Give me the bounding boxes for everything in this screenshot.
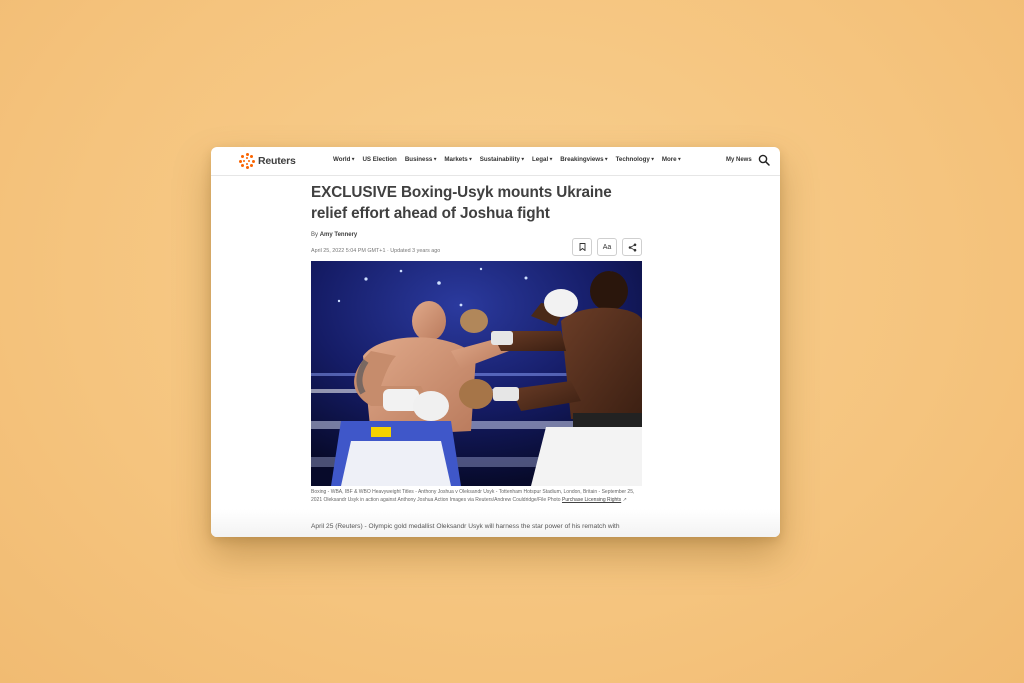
article-photo[interactable] bbox=[311, 261, 642, 486]
nav-item-world[interactable]: World ▾ bbox=[333, 156, 354, 163]
reuters-logo[interactable]: Reuters bbox=[239, 153, 296, 169]
nav-item-business[interactable]: Business ▾ bbox=[405, 156, 437, 163]
dateline: April 25, 2022 5:04 PM GMT+1 · Updated 3… bbox=[311, 248, 441, 254]
purchase-licensing-link[interactable]: Purchase Licensing Rights bbox=[562, 497, 621, 503]
article-headline: EXCLUSIVE Boxing-Usyk mounts Ukraine rel… bbox=[311, 184, 612, 222]
chevron-down-icon: ▾ bbox=[678, 156, 681, 162]
text-size-button[interactable]: Aa bbox=[597, 238, 617, 256]
chevron-down-icon: ▾ bbox=[469, 156, 472, 162]
bookmark-button[interactable] bbox=[572, 238, 592, 256]
chevron-down-icon: ▾ bbox=[351, 156, 355, 162]
chevron-down-icon: ▾ bbox=[549, 156, 553, 162]
nav-label: Legal bbox=[532, 156, 549, 163]
bookmark-icon bbox=[579, 243, 585, 251]
meta-row: April 25, 2022 5:04 PM GMT+1 · Updated 3… bbox=[311, 238, 642, 260]
nav-item-legal[interactable]: Legal ▾ bbox=[532, 156, 552, 163]
boxing-photo-illustration bbox=[311, 261, 642, 486]
nav-label: More bbox=[661, 156, 677, 163]
my-news-link[interactable]: My News bbox=[726, 157, 752, 163]
chevron-down-icon: ▾ bbox=[521, 156, 525, 162]
nav-item-more[interactable]: More ▾ bbox=[662, 156, 681, 163]
nav-label: World bbox=[333, 156, 351, 163]
search-icon[interactable] bbox=[758, 154, 770, 166]
nav-label: US Election bbox=[362, 156, 397, 163]
nav-item-breakingviews[interactable]: Breakingviews ▾ bbox=[560, 156, 607, 163]
chevron-down-icon: ▾ bbox=[433, 156, 437, 162]
article: EXCLUSIVE Boxing-Usyk mounts Ukraine rel… bbox=[311, 183, 642, 503]
nav-menu: World ▾ US Election Business ▾ Markets ▾ Su… bbox=[333, 156, 681, 163]
nav-label: Business bbox=[404, 156, 433, 163]
chevron-down-icon: ▾ bbox=[651, 156, 654, 162]
external-link-icon: ↗ bbox=[622, 496, 627, 503]
nav-item-markets[interactable]: Markets ▾ bbox=[444, 156, 471, 163]
top-navigation: Reuters World ▾ US Election Business ▾ Mar… bbox=[211, 147, 780, 176]
nav-item-us-election[interactable]: US Election bbox=[362, 156, 396, 163]
logo-text: Reuters bbox=[258, 155, 296, 167]
nav-label: Sustainability bbox=[479, 156, 520, 163]
share-icon bbox=[628, 243, 636, 251]
nav-label: Breakingviews bbox=[560, 156, 604, 163]
nav-label: Markets bbox=[444, 156, 468, 163]
nav-item-sustainability[interactable]: Sustainability ▾ bbox=[480, 156, 524, 163]
chevron-down-icon: ▾ bbox=[605, 156, 608, 162]
article-lede: April 25 (Reuters) - Olympic gold medall… bbox=[311, 523, 620, 530]
nav-label: Technology bbox=[615, 156, 650, 163]
browser-window: Reuters World ▾ US Election Business ▾ Mar… bbox=[211, 147, 780, 537]
photo-caption: Boxing - WBA, IBF & WBO Heavyweight Titl… bbox=[311, 489, 642, 504]
reuters-logo-icon bbox=[239, 153, 255, 169]
share-button[interactable] bbox=[622, 238, 642, 256]
nav-item-technology[interactable]: Technology ▾ bbox=[616, 156, 654, 163]
article-tools: Aa bbox=[572, 238, 642, 256]
text-size-label: Aa bbox=[602, 243, 612, 251]
